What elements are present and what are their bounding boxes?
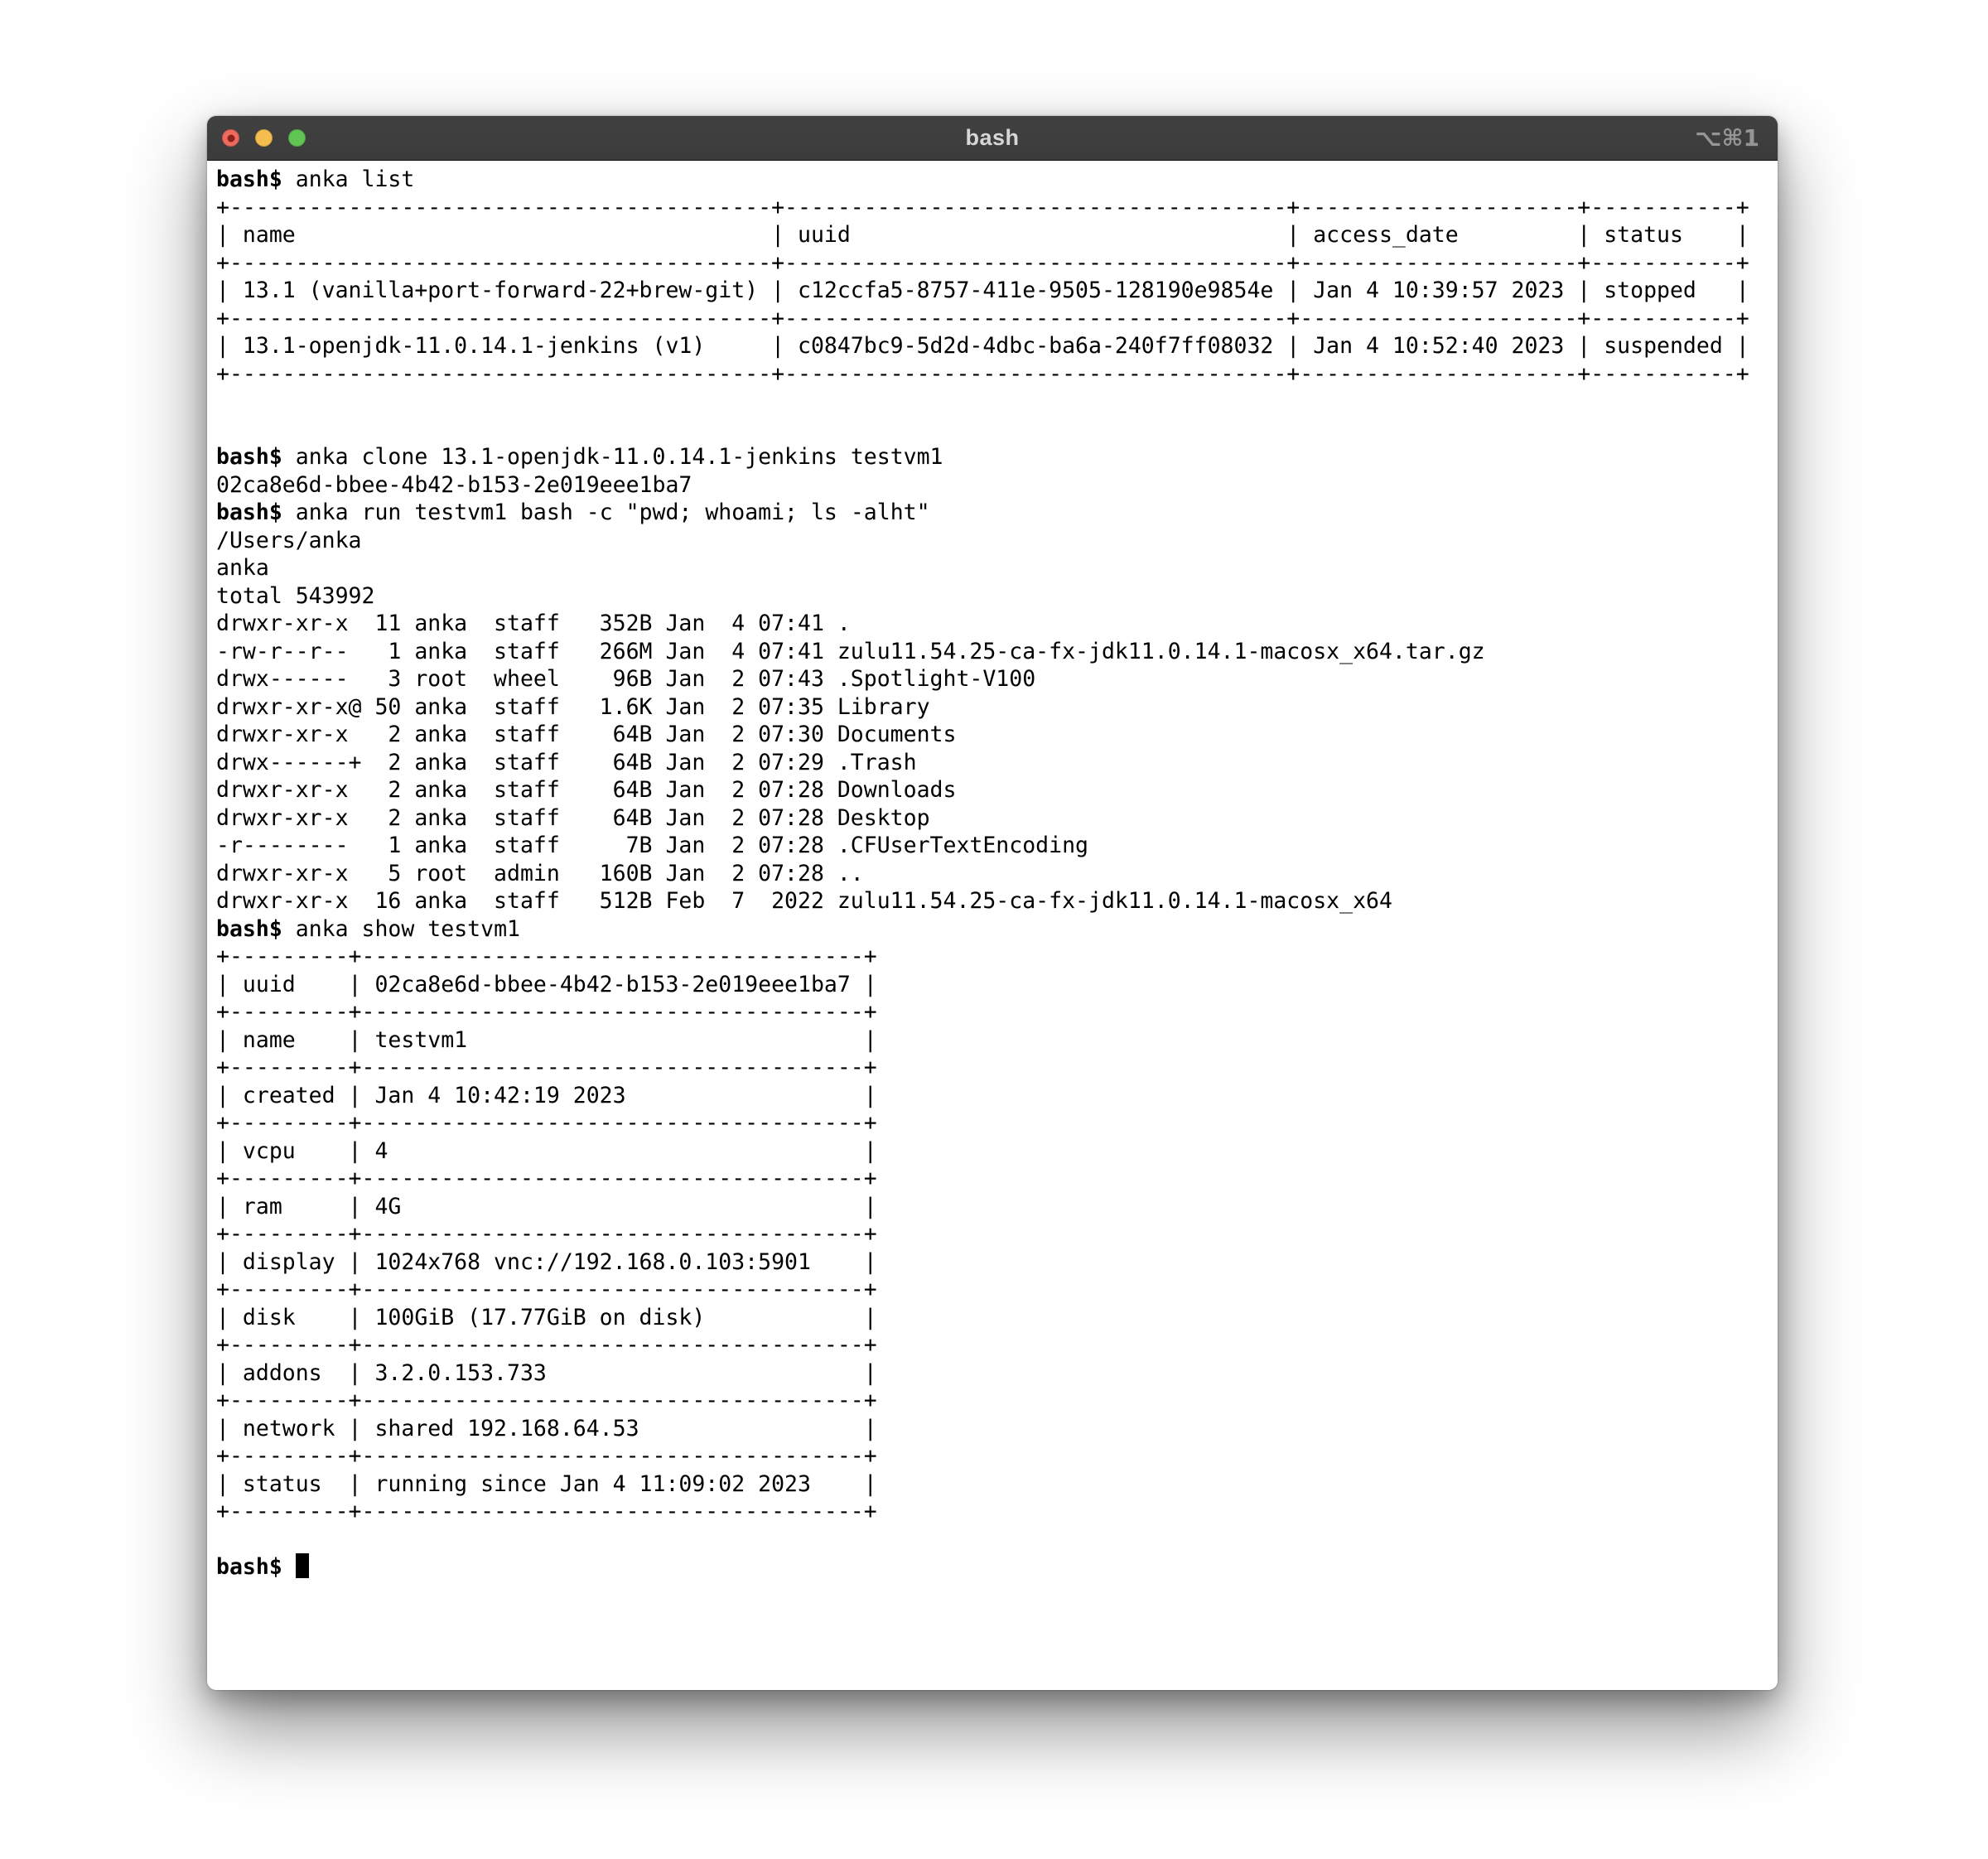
terminal-line: | addons | 3.2.0.153.733 | (216, 1359, 1778, 1388)
terminal-line (216, 416, 1778, 444)
terminal-line: +---------+-----------------------------… (216, 1109, 1778, 1137)
terminal-line (216, 1526, 1778, 1554)
terminal-cursor (296, 1553, 309, 1578)
close-dot-icon (227, 134, 234, 142)
terminal-line: drwxr-xr-x 16 anka staff 512B Feb 7 2022… (216, 887, 1778, 915)
terminal-line: +---------------------------------------… (216, 305, 1778, 333)
command-text: anka run testvm1 bash -c "pwd; whoami; l… (296, 500, 930, 525)
terminal-line: drwxr-xr-x 2 anka staff 64B Jan 2 07:28 … (216, 776, 1778, 804)
window-title: bash (965, 125, 1019, 151)
minimize-button[interactable] (255, 129, 273, 147)
terminal-line: bash$ anka list (216, 166, 1778, 194)
terminal-line: bash$ anka clone 13.1-openjdk-11.0.14.1-… (216, 443, 1778, 471)
terminal-line: | name | testvm1 | (216, 1026, 1778, 1055)
terminal-line: +---------+-----------------------------… (216, 1387, 1778, 1415)
terminal-window: bash ⌥⌘1 bash$ anka list+---------------… (207, 116, 1778, 1690)
terminal-line: 02ca8e6d-bbee-4b42-b153-2e019eee1ba7 (216, 471, 1778, 500)
terminal-line: +---------+-----------------------------… (216, 1276, 1778, 1304)
terminal-line: | display | 1024x768 vnc://192.168.0.103… (216, 1248, 1778, 1277)
terminal-line: drwx------+ 2 anka staff 64B Jan 2 07:29… (216, 749, 1778, 777)
terminal-line: +---------+-----------------------------… (216, 1442, 1778, 1470)
terminal-line: +---------+-----------------------------… (216, 1220, 1778, 1248)
terminal-line (216, 388, 1778, 416)
terminal-line: +---------------------------------------… (216, 360, 1778, 389)
shell-prompt: bash$ (216, 167, 282, 192)
terminal-line: anka (216, 554, 1778, 582)
terminal-line: drwxr-xr-x 11 anka staff 352B Jan 4 07:4… (216, 610, 1778, 638)
window-titlebar[interactable]: bash ⌥⌘1 (207, 116, 1778, 161)
window-shortcut-badge: ⌥⌘1 (1695, 116, 1759, 160)
terminal-line: | name | uuid | access_date | status | (216, 221, 1778, 249)
terminal-line: total 543992 (216, 582, 1778, 611)
terminal-line: drwxr-xr-x 2 anka staff 64B Jan 2 07:30 … (216, 721, 1778, 749)
shell-prompt: bash$ (216, 500, 282, 525)
terminal-line: drwxr-xr-x 5 root admin 160B Jan 2 07:28… (216, 860, 1778, 888)
terminal-line: bash$ anka show testvm1 (216, 915, 1778, 944)
terminal-line: | status | running since Jan 4 11:09:02 … (216, 1470, 1778, 1499)
terminal-line: +---------+-----------------------------… (216, 1054, 1778, 1082)
terminal-line: | 13.1-openjdk-11.0.14.1-jenkins (v1) | … (216, 332, 1778, 360)
terminal-line: -rw-r--r-- 1 anka staff 266M Jan 4 07:41… (216, 638, 1778, 666)
command-text: anka show testvm1 (296, 916, 520, 942)
terminal-line: +---------+-----------------------------… (216, 1165, 1778, 1193)
command-text: anka clone 13.1-openjdk-11.0.14.1-jenkin… (296, 444, 943, 470)
traffic-light-group (222, 116, 306, 160)
shell-prompt: bash$ (216, 444, 282, 470)
terminal-body[interactable]: bash$ anka list+------------------------… (207, 161, 1778, 1581)
zoom-button[interactable] (288, 129, 306, 147)
terminal-line: +---------------------------------------… (216, 194, 1778, 222)
close-button[interactable] (222, 129, 239, 147)
terminal-line: | 13.1 (vanilla+port-forward-22+brew-git… (216, 277, 1778, 305)
terminal-line: bash$ (216, 1553, 1778, 1581)
command-text: anka list (296, 167, 415, 192)
terminal-line: +---------+-----------------------------… (216, 1331, 1778, 1359)
terminal-line: +---------+-----------------------------… (216, 1498, 1778, 1526)
desktop-background: bash ⌥⌘1 bash$ anka list+---------------… (0, 0, 1988, 1859)
terminal-line: bash$ anka run testvm1 bash -c "pwd; who… (216, 499, 1778, 527)
shell-prompt: bash$ (216, 1554, 282, 1580)
terminal-line: | uuid | 02ca8e6d-bbee-4b42-b153-2e019ee… (216, 971, 1778, 999)
shell-prompt: bash$ (216, 916, 282, 942)
terminal-line: +---------------------------------------… (216, 249, 1778, 278)
terminal-line: | vcpu | 4 | (216, 1137, 1778, 1166)
terminal-line: | created | Jan 4 10:42:19 2023 | (216, 1082, 1778, 1110)
terminal-line: +---------+-----------------------------… (216, 943, 1778, 971)
terminal-line: drwxr-xr-x@ 50 anka staff 1.6K Jan 2 07:… (216, 693, 1778, 722)
terminal-line: | disk | 100GiB (17.77GiB on disk) | (216, 1304, 1778, 1332)
terminal-line: -r-------- 1 anka staff 7B Jan 2 07:28 .… (216, 832, 1778, 860)
terminal-line: | ram | 4G | (216, 1193, 1778, 1221)
terminal-line: drwxr-xr-x 2 anka staff 64B Jan 2 07:28 … (216, 804, 1778, 833)
terminal-line: | network | shared 192.168.64.53 | (216, 1415, 1778, 1443)
terminal-line: /Users/anka (216, 527, 1778, 555)
terminal-line: drwx------ 3 root wheel 96B Jan 2 07:43 … (216, 665, 1778, 693)
terminal-line: +---------+-----------------------------… (216, 998, 1778, 1026)
